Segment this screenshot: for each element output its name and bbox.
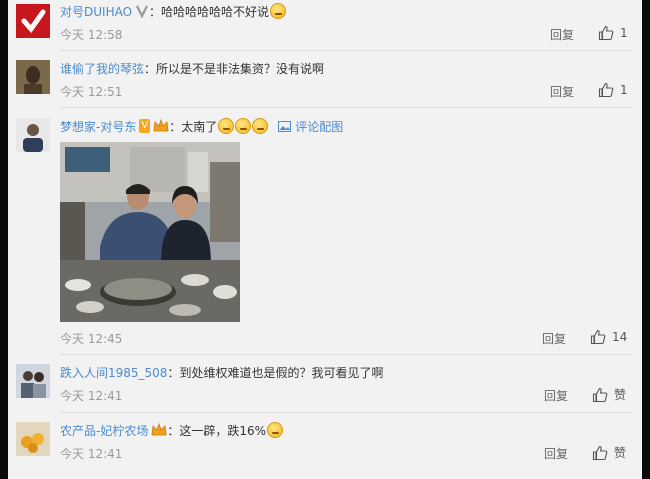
- avatar[interactable]: [16, 4, 50, 38]
- thumbs-up-icon: [592, 445, 608, 460]
- comment-line: 谁偷了我的琴弦 ： 所以是不是非法集资？没有说啊: [60, 60, 325, 77]
- avatar[interactable]: [16, 364, 50, 398]
- divider: [60, 107, 632, 108]
- crown-icon: [153, 118, 169, 133]
- comment-line: 梦想家-对号东 V ： 太南了 评论配图: [60, 118, 344, 135]
- image-icon: [278, 120, 292, 132]
- like-button[interactable]: 赞: [592, 444, 626, 461]
- comment-photo[interactable]: [60, 142, 240, 322]
- like-button[interactable]: 1: [598, 25, 628, 41]
- reply-button[interactable]: 回复: [544, 445, 568, 462]
- thumbs-up-icon: [590, 329, 606, 345]
- username[interactable]: 农产品-妃柠农场: [60, 422, 148, 439]
- comment-time: 今天 12:41: [60, 389, 123, 403]
- divider: [60, 412, 632, 413]
- like-count: 14: [612, 330, 628, 344]
- like-label: 赞: [614, 446, 627, 460]
- username[interactable]: 谁偷了我的琴弦: [60, 60, 144, 77]
- divider: [60, 354, 632, 355]
- verified-icon: [135, 4, 149, 19]
- tired-emoji-icon: [252, 118, 269, 134]
- comment-line: 对号DUIHAO ： 哈哈哈哈哈哈不好说: [60, 2, 287, 20]
- grin-emoji-icon: [267, 422, 284, 438]
- like-count: 1: [620, 26, 628, 40]
- comment-text: 所以是不是非法集资？没有说啊: [156, 61, 325, 76]
- avatar[interactable]: [16, 422, 50, 456]
- like-button[interactable]: 14: [590, 329, 627, 345]
- avatar[interactable]: [16, 60, 50, 94]
- like-label: 赞: [614, 388, 627, 402]
- comment-text: 这一辟，跌16%: [179, 423, 267, 438]
- comment-text: 太南了: [181, 119, 218, 134]
- comment-time: 今天 12:51: [60, 85, 123, 99]
- like-button[interactable]: 1: [598, 82, 628, 98]
- vip-badge: V: [139, 119, 151, 133]
- username[interactable]: 跌入人间1985_508: [60, 364, 167, 381]
- tired-emoji-icon: [235, 118, 252, 134]
- reply-button[interactable]: 回复: [550, 83, 574, 100]
- divider: [60, 50, 632, 51]
- thumbs-up-icon: [598, 82, 614, 98]
- reply-button[interactable]: 回复: [542, 330, 566, 347]
- crown-icon: [151, 422, 167, 437]
- comment-text: 到处维权难道也是假的？我可看见了啊: [179, 365, 384, 380]
- comment-image-label: 评论配图: [295, 119, 344, 134]
- laugh-emoji-icon: [270, 3, 287, 19]
- username[interactable]: 对号DUIHAO: [60, 3, 132, 20]
- comment-time: 今天 12:41: [60, 447, 123, 461]
- comment-list: 对号DUIHAO ： 哈哈哈哈哈哈不好说 今天 12:58 回复 1 谁偷了我的…: [8, 0, 642, 479]
- tired-emoji-icon: [218, 118, 235, 134]
- comment-text: 哈哈哈哈哈哈不好说: [161, 4, 270, 19]
- like-count: 1: [620, 83, 628, 97]
- username[interactable]: 梦想家-对号东: [60, 118, 136, 135]
- like-button[interactable]: 赞: [592, 386, 626, 403]
- comment-line: 农产品-妃柠农场 ： 这一辟，跌16%: [60, 421, 284, 439]
- comment-time: 今天 12:45: [60, 332, 123, 346]
- comment-time: 今天 12:58: [60, 28, 123, 42]
- avatar[interactable]: [16, 118, 50, 152]
- thumbs-up-icon: [598, 25, 614, 41]
- comment-image-link[interactable]: 评论配图: [278, 118, 343, 135]
- comment-line: 跌入人间1985_508 ： 到处维权难道也是假的？我可看见了啊: [60, 364, 384, 381]
- reply-button[interactable]: 回复: [550, 26, 574, 43]
- thumbs-up-icon: [592, 387, 608, 402]
- reply-button[interactable]: 回复: [544, 387, 568, 404]
